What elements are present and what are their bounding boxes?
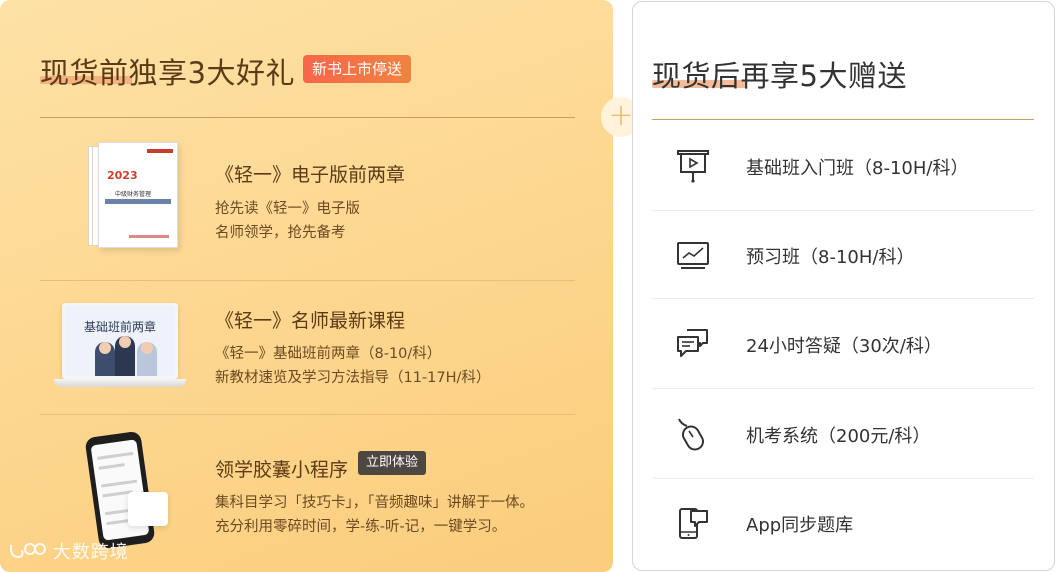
left-panel-title: 现货前独享3大好礼 xyxy=(40,56,295,90)
bonus-item-exam-system: 机考系统（200元/科） xyxy=(633,404,1056,464)
gift-3-line-1: 集科目学习「技巧卡」，「音频趣味」讲解于一体。 xyxy=(215,495,534,511)
gifts-after-stock-panel: 现货后再享5大赠送 基础班入门班（8-10H/科） 预习班（8-10H/科） 2… xyxy=(632,1,1055,571)
new-book-tag: 新书上市停送 xyxy=(303,55,412,83)
bonus-item-label: App同步题库 xyxy=(746,515,854,536)
bonus-item-qa: 24小时答疑（30次/科） xyxy=(633,314,1056,374)
watermark-text: 大数跨境 xyxy=(52,542,129,563)
projector-screen-icon xyxy=(677,150,709,183)
chat-bubbles-icon xyxy=(677,329,708,357)
bonus-item-app-question-bank: App同步题库 xyxy=(633,493,1056,553)
item-divider xyxy=(652,210,1034,211)
ebook-image: 2023 中级财务管理 xyxy=(70,142,180,250)
bonus-item-label: 基础班入门班（8-10H/科） xyxy=(746,158,969,179)
monitor-chart-icon xyxy=(677,242,709,269)
item-divider xyxy=(652,388,1034,389)
gift-2-line-2: 新教材速览及学习方法指导（11-17H/科） xyxy=(215,370,491,386)
item-divider xyxy=(652,478,1034,479)
book-cover: 2023 中级财务管理 xyxy=(98,142,178,248)
gift-divider xyxy=(40,280,575,281)
gift-2-line-1: 《轻一》基础班前两章（8-10/科） xyxy=(215,346,442,362)
book-year: 2023 xyxy=(107,169,138,182)
bonus-item-label: 预习班（8-10H/科） xyxy=(746,247,915,268)
gift-1-line-1: 抢先读《轻一》电子版 xyxy=(215,201,360,217)
book-title: 中级财务管理 xyxy=(115,191,152,198)
gift-2-title: 《轻一》名师最新课程 xyxy=(215,310,406,332)
bonus-item-preview-class: 预习班（8-10H/科） xyxy=(633,225,1056,285)
course-laptop-image: 基础班前两章 xyxy=(54,303,186,391)
try-now-button[interactable]: 立即体验 xyxy=(358,451,427,475)
phone-chat-icon xyxy=(679,508,708,539)
watermark-logo-icon xyxy=(9,543,46,559)
gifts-before-stock-panel: 现货前独享3大好礼 新书上市停送 2023 中级财务管理 《轻一》电子版前两章 … xyxy=(0,0,613,572)
right-panel-title: 现货后再享5大赠送 xyxy=(652,59,907,93)
bonus-item-label: 机考系统（200元/科） xyxy=(746,426,931,447)
bonus-item-label: 24小时答疑（30次/科） xyxy=(746,336,942,357)
gift-1-line-2: 名师领学，抢先备考 xyxy=(215,225,346,241)
mouse-icon xyxy=(678,418,704,451)
left-title-divider xyxy=(40,117,575,118)
watermark: 大数跨境 xyxy=(8,538,129,564)
mini-program-phone-image xyxy=(84,430,168,552)
gift-1-title: 《轻一》电子版前两章 xyxy=(215,164,406,186)
laptop-screen-text: 基础班前两章 xyxy=(83,320,156,334)
gift-divider xyxy=(40,414,575,415)
gift-3-title: 领学胶囊小程序 xyxy=(215,459,349,481)
bonus-item-basic-class: 基础班入门班（8-10H/科） xyxy=(633,136,1056,196)
gift-3-line-2: 充分利用零碎时间，学-练-听-记，一键学习。 xyxy=(215,519,507,535)
right-title-divider xyxy=(652,119,1034,120)
item-divider xyxy=(652,298,1034,299)
